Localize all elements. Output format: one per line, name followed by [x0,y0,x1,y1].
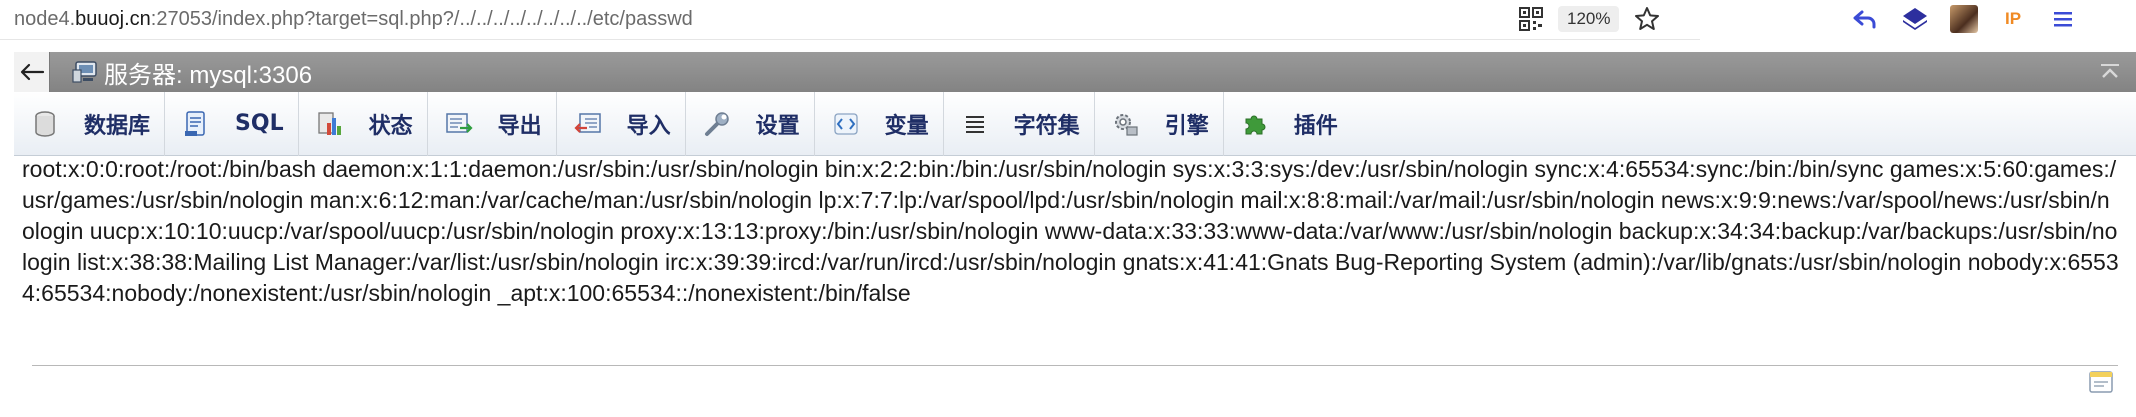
export-icon [445,112,473,133]
tab-import-label: 导入 [626,113,671,139]
tab-import[interactable]: 导入 [557,91,686,156]
url-prefix: node4. [14,8,76,30]
charset-icon [965,115,984,133]
passwd-output: root:x:0:0:root:/root:/bin/bash daemon:x… [22,156,2119,306]
import-icon [574,112,601,133]
console-icon[interactable] [2088,369,2114,395]
url-host: buuoj.cn [75,8,151,30]
tab-database-label: 数据库 [84,113,151,139]
undo-extension-icon[interactable] [1850,4,1880,34]
url-path: :27053/index.php?target=sql.php?/../../.… [150,8,693,30]
tab-charset[interactable]: 字符集 [944,91,1095,156]
tab-plugins-label: 插件 [1293,113,1338,139]
bookmark-star-icon[interactable] [1633,5,1661,33]
tab-settings[interactable]: 设置 [686,91,815,156]
server-header-bar: 服务器: mysql:3306 [14,52,2136,92]
tab-export[interactable]: 导出 [428,91,557,156]
tab-charset-label: 字符集 [1013,113,1080,139]
tab-export-label: 导出 [497,113,542,139]
server-icon [72,61,97,83]
zoom-level-badge[interactable]: 120% [1558,6,1620,32]
qr-code-icon[interactable] [1518,6,1544,32]
avatar-extension-icon[interactable] [1950,5,1978,33]
main-toolbar: 数据库 SQL 状态 导出 导入 设置 变量 字符集 引擎 插件 [14,91,2136,156]
tab-engines-label: 引擎 [1164,113,1209,139]
tab-plugins[interactable]: 插件 [1224,92,1352,156]
collapse-icon[interactable] [2098,60,2122,84]
tab-status[interactable]: 状态 [299,91,428,156]
url-text[interactable]: node4.buuoj.cn:27053/index.php?target=sq… [14,8,693,31]
sql-icon [185,110,205,136]
engine-icon [1114,113,1138,136]
tab-database[interactable]: 数据库 [14,91,166,156]
wrench-icon [704,111,729,136]
database-icon [35,110,55,137]
tab-engines[interactable]: 引擎 [1095,91,1224,156]
arrow-left-icon [20,63,44,81]
tab-sql-label: SQL [235,111,284,136]
tab-status-label: 状态 [368,113,413,139]
content-divider [32,365,2118,366]
variables-icon [834,112,858,135]
layers-extension-icon[interactable] [1900,4,1930,34]
menu-icon[interactable] [2048,4,2078,34]
back-button[interactable] [14,52,50,92]
ip-extension-icon[interactable]: IP [1998,4,2028,34]
address-bar[interactable]: node4.buuoj.cn:27053/index.php?target=sq… [0,0,2072,40]
tab-settings-label: 设置 [755,113,800,139]
tab-sql[interactable]: SQL [165,91,299,156]
tab-variables[interactable]: 变量 [815,91,944,156]
server-title: 服务器: mysql:3306 [104,61,313,89]
plugin-icon [1245,115,1266,134]
status-icon [317,111,341,135]
tab-variables-label: 变量 [884,113,929,139]
